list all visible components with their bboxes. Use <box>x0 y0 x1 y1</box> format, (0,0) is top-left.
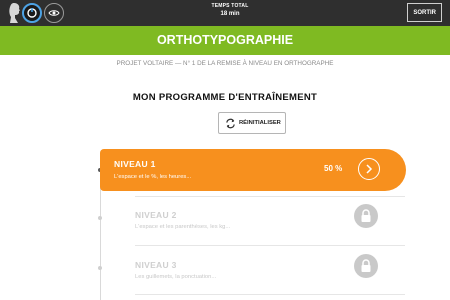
level-description: L'espace et le %, les heures... <box>114 174 192 180</box>
level-progress: 50 % <box>324 164 343 173</box>
module-title: ORTHOTYPOGRAPHIE <box>156 33 294 47</box>
locked-badge <box>354 254 378 278</box>
profile-icon <box>9 3 20 23</box>
level-1-card[interactable]: NIVEAU 1 L'espace et le %, les heures...… <box>100 149 406 191</box>
level-name: NIVEAU 1 <box>114 159 156 169</box>
level-description: Les guillemets, la ponctuation... <box>135 274 217 280</box>
total-time: TEMPS TOTAL 18 min <box>190 3 270 18</box>
timer-label: TEMPS TOTAL <box>211 3 249 9</box>
level-name: NIVEAU 3 <box>135 260 177 270</box>
eye-button[interactable] <box>44 3 64 23</box>
program-heading: MON PROGRAMME D'ENTRAÎNEMENT <box>132 92 318 103</box>
level-name: NIVEAU 2 <box>135 210 177 220</box>
locked-badge <box>354 204 378 228</box>
timeline-dot <box>98 266 102 270</box>
chevron-right-icon <box>366 164 373 174</box>
lock-icon <box>361 209 371 222</box>
lock-icon <box>361 259 371 272</box>
refresh-icon <box>226 118 235 129</box>
level-2-item: NIVEAU 2 L'espace et les parenthèses, le… <box>135 204 405 250</box>
top-bar: TEMPS TOTAL 18 min SORTIR <box>0 0 450 26</box>
module-title-bar: ORTHOTYPOGRAPHIE <box>0 26 450 55</box>
eye-icon <box>48 10 60 16</box>
reset-button[interactable]: RÉINITIALISER <box>218 112 286 134</box>
divider <box>135 245 405 246</box>
timer-value: 18 min <box>220 11 240 17</box>
timeline-dot <box>98 216 102 220</box>
project-subtitle: PROJET VOLTAIRE — N° 1 DE LA REMISE À NI… <box>116 60 334 67</box>
profile-button[interactable] <box>22 3 42 23</box>
power-icon <box>27 8 37 18</box>
start-level-button[interactable] <box>358 158 380 180</box>
level-description: L'espace et les parenthèses, les kg... <box>135 224 231 230</box>
divider <box>135 294 405 295</box>
reset-label: RÉINITIALISER <box>239 120 281 126</box>
exit-button[interactable]: SORTIR <box>407 3 442 22</box>
divider <box>135 196 405 197</box>
